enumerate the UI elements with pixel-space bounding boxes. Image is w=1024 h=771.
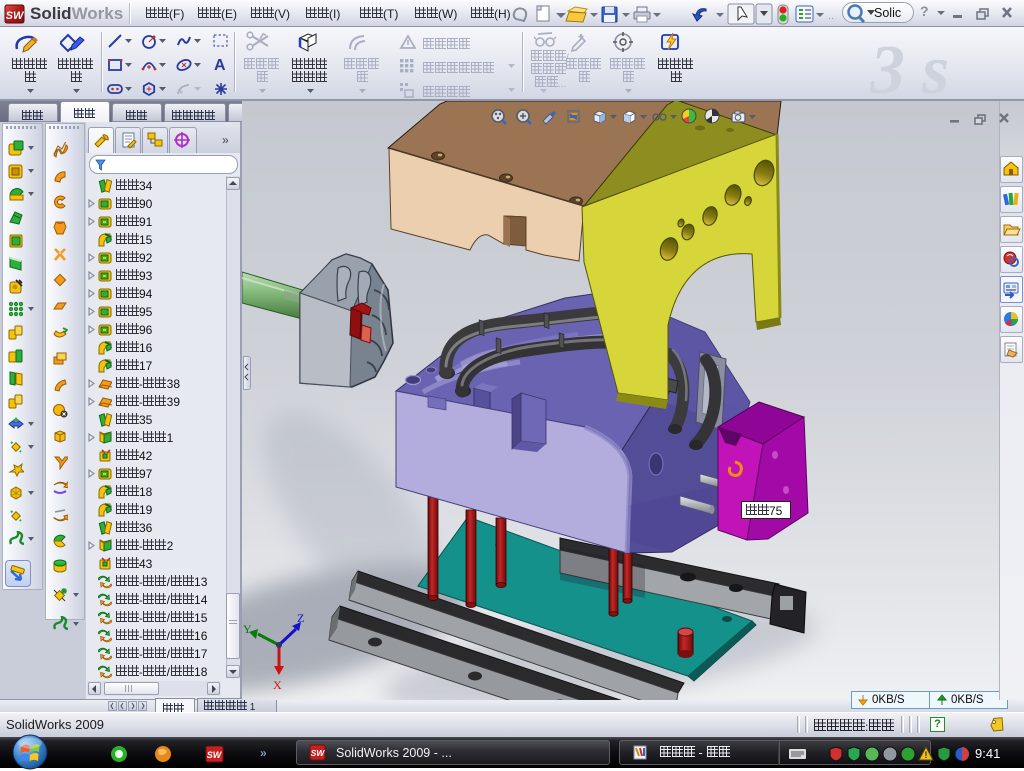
svg-text:SW: SW: [311, 748, 326, 758]
svg-text:..: ..: [828, 10, 834, 22]
svg-text:»: »: [260, 746, 267, 760]
svg-text:SW: SW: [207, 750, 223, 760]
svg-text:A: A: [214, 57, 226, 73]
svg-text:Y: Y: [243, 622, 252, 636]
svg-text:SW: SW: [6, 10, 25, 22]
svg-text:3: 3: [870, 32, 905, 99]
svg-text:Z: Z: [297, 611, 304, 625]
svg-text:s: s: [921, 32, 949, 99]
svg-text:!: !: [925, 750, 928, 760]
svg-text:X: X: [273, 678, 282, 692]
